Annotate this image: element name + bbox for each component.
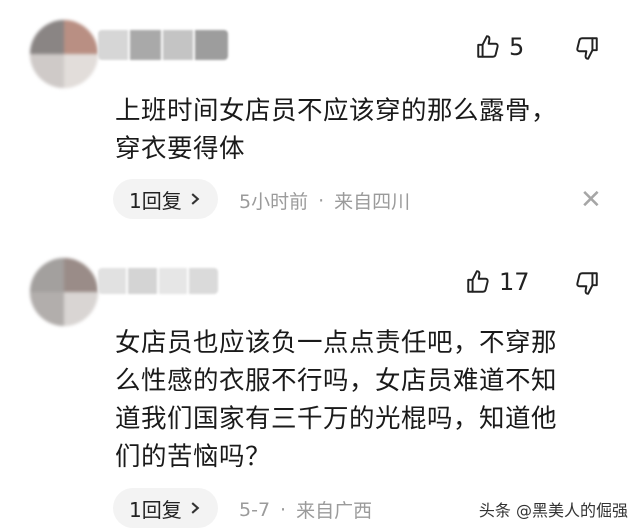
reply-label: 1回复	[129, 188, 182, 213]
comment-text-line: 穿衣要得体	[115, 134, 246, 164]
comment-item: 17 女店员也应该负一点点责任吧，不穿那 么性感的衣服不行吗，女店员难道不知 道…	[0, 250, 640, 531]
thumbs-up-icon	[467, 270, 489, 293]
comment-time: 5-7	[239, 498, 271, 521]
reply-button[interactable]: 1回复	[113, 488, 218, 528]
comment-text: 女店员也应该负一点点责任吧，不穿那 么性感的衣服不行吗，女店员难道不知 道我们国…	[115, 324, 615, 476]
avatar[interactable]	[30, 258, 98, 326]
meta-separator: ·	[318, 189, 325, 212]
like-button[interactable]: 5	[475, 33, 524, 61]
comment-text-line: 道我们国家有三千万的光棍吗，知道他	[115, 404, 558, 434]
comment-meta: 5小时前 · 来自四川	[239, 187, 410, 214]
comment-text-line: 么性感的衣服不行吗，女店员难道不知	[115, 366, 558, 396]
like-count: 5	[509, 33, 525, 61]
thumbs-down-icon	[576, 272, 598, 295]
comment-text: 上班时间女店员不应该穿的那么露骨， 穿衣要得体	[115, 92, 615, 168]
dislike-button[interactable]	[574, 270, 600, 296]
username-blurred[interactable]	[98, 30, 228, 60]
comment-text-line: 上班时间女店员不应该穿的那么露骨，	[115, 96, 558, 126]
meta-separator: ·	[280, 498, 287, 521]
comment-location: 来自四川	[334, 191, 411, 213]
like-count: 17	[499, 268, 530, 296]
like-button[interactable]: 17	[465, 268, 530, 296]
comment-time: 5小时前	[239, 191, 309, 213]
reply-label: 1回复	[129, 497, 182, 522]
watermark: 头条 @黑美人的倔强	[478, 501, 628, 520]
chevron-right-icon	[191, 193, 200, 205]
comment-text-line: 女店员也应该负一点点责任吧，不穿那	[115, 328, 558, 358]
username-blurred[interactable]	[98, 268, 218, 294]
reply-button[interactable]: 1回复	[113, 179, 218, 219]
dislike-button[interactable]	[574, 35, 600, 61]
avatar[interactable]	[30, 20, 98, 88]
thumbs-down-icon	[576, 37, 598, 60]
comment-location: 来自广西	[296, 500, 373, 522]
comment-text-line: 们的苦恼吗？	[115, 442, 272, 472]
chevron-right-icon	[191, 502, 200, 514]
close-icon[interactable]: ✕	[580, 187, 602, 213]
comment-item: 5 上班时间女店员不应该穿的那么露骨， 穿衣要得体 1回复 5小时前 · 来自四…	[0, 0, 640, 250]
comment-meta: 5-7 · 来自广西	[239, 496, 372, 523]
thumbs-up-icon	[477, 35, 499, 58]
